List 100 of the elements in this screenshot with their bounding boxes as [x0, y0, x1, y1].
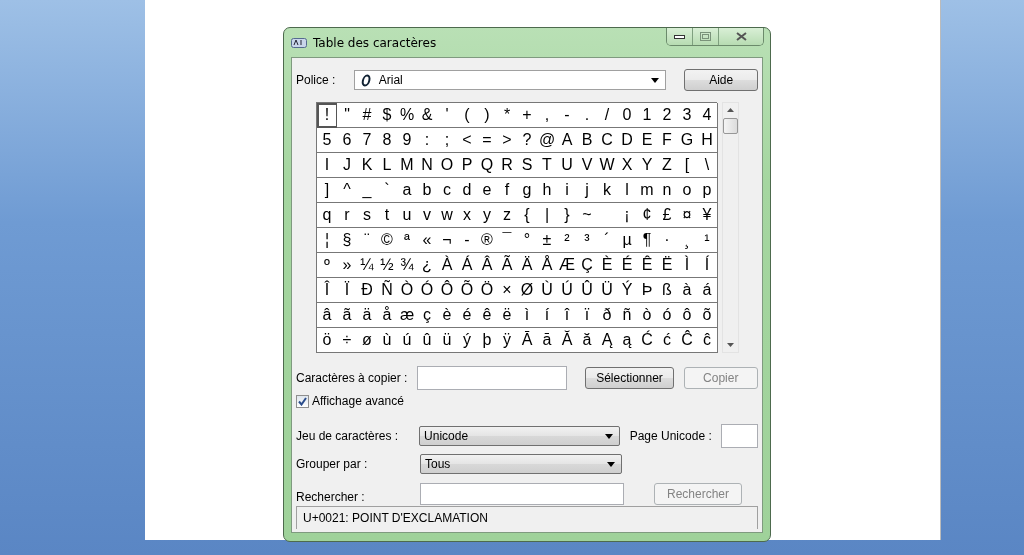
character-cell[interactable]: ¹ — [697, 228, 718, 253]
character-cell[interactable]: ô — [677, 303, 698, 328]
character-cell[interactable]: b — [417, 178, 438, 203]
character-cell[interactable]: y — [477, 203, 498, 228]
character-cell[interactable]: ? — [517, 128, 538, 153]
character-cell[interactable]: P — [457, 153, 478, 178]
character-cell[interactable]: ÷ — [337, 328, 358, 353]
character-cell[interactable]: à — [677, 278, 698, 303]
character-cell[interactable]: û — [417, 328, 438, 353]
character-cell[interactable]: Á — [457, 253, 478, 278]
character-cell[interactable]: U — [557, 153, 578, 178]
character-cell[interactable]: Ù — [537, 278, 558, 303]
character-cell[interactable]: © — [377, 228, 398, 253]
character-cell[interactable]: å — [377, 303, 398, 328]
character-cell[interactable]: j — [577, 178, 598, 203]
character-cell[interactable]: , — [537, 103, 558, 128]
character-cell[interactable]: ÿ — [497, 328, 518, 353]
character-cell[interactable]: # — [357, 103, 378, 128]
character-cell[interactable]: [ — [677, 153, 698, 178]
character-cell[interactable]: ç — [417, 303, 438, 328]
character-cell[interactable]: r — [337, 203, 358, 228]
character-cell[interactable]: õ — [697, 303, 718, 328]
character-cell[interactable]: ø — [357, 328, 378, 353]
character-cell[interactable]: < — [457, 128, 478, 153]
character-cell[interactable]: é — [457, 303, 478, 328]
character-cell[interactable]: ¿ — [417, 253, 438, 278]
character-cell[interactable]: ³ — [577, 228, 598, 253]
character-cell[interactable]: . — [577, 103, 598, 128]
character-cell[interactable]: » — [337, 253, 358, 278]
character-cell[interactable]: L — [377, 153, 398, 178]
close-button[interactable] — [719, 28, 763, 45]
character-cell[interactable]: þ — [477, 328, 498, 353]
character-cell[interactable]: + — [517, 103, 538, 128]
character-cell[interactable]: v — [417, 203, 438, 228]
character-cell[interactable]: Ø — [517, 278, 538, 303]
group-by-dropdown[interactable]: Tous — [420, 454, 622, 474]
search-field[interactable] — [420, 483, 624, 505]
character-cell[interactable]: « — [417, 228, 438, 253]
character-cell[interactable]: î — [557, 303, 578, 328]
character-cell[interactable]: I — [317, 153, 338, 178]
character-cell[interactable]: q — [317, 203, 338, 228]
character-cell[interactable]: > — [497, 128, 518, 153]
character-cell[interactable]: ö — [317, 328, 338, 353]
character-cell[interactable]: a — [397, 178, 418, 203]
character-cell[interactable]: ~ — [577, 203, 598, 228]
character-cell[interactable]: Å — [537, 253, 558, 278]
character-cell[interactable]: 5 — [317, 128, 338, 153]
character-cell[interactable]: Ä — [517, 253, 538, 278]
character-cell[interactable]: ć — [657, 328, 678, 353]
character-cell[interactable]: æ — [397, 303, 418, 328]
character-cell[interactable]: T — [537, 153, 558, 178]
character-cell[interactable]: s — [357, 203, 378, 228]
character-cell[interactable]: ï — [577, 303, 598, 328]
character-cell[interactable]: ¡ — [617, 203, 638, 228]
character-cell[interactable]: o — [677, 178, 698, 203]
character-cell[interactable]: º — [317, 253, 338, 278]
unicode-page-field[interactable] — [721, 424, 758, 448]
character-cell[interactable]: Ð — [357, 278, 378, 303]
character-cell[interactable]: À — [437, 253, 458, 278]
character-cell[interactable]: § — [337, 228, 358, 253]
character-cell[interactable]: Â — [477, 253, 498, 278]
character-cell[interactable]: ¬ — [437, 228, 458, 253]
character-cell[interactable]: k — [597, 178, 618, 203]
character-cell[interactable]: ' — [437, 103, 458, 128]
character-cell[interactable]: ª — [397, 228, 418, 253]
character-cell[interactable]: = — [477, 128, 498, 153]
character-cell[interactable]: _ — [357, 178, 378, 203]
character-cell[interactable]: ; — [437, 128, 458, 153]
character-cell[interactable]: È — [597, 253, 618, 278]
character-cell[interactable]: \ — [697, 153, 718, 178]
character-cell[interactable]: Ç — [577, 253, 598, 278]
character-cell[interactable]: ë — [497, 303, 518, 328]
character-cell[interactable]: ì — [517, 303, 538, 328]
advanced-view-checkbox[interactable] — [296, 394, 309, 408]
character-cell[interactable]: n — [657, 178, 678, 203]
character-cell[interactable]: $ — [377, 103, 398, 128]
character-cell[interactable]: c — [437, 178, 458, 203]
character-cell[interactable]: ă — [577, 328, 598, 353]
character-cell[interactable]: M — [397, 153, 418, 178]
help-button[interactable]: Aide — [684, 69, 758, 91]
character-cell[interactable]: µ — [617, 228, 638, 253]
character-cell[interactable]: ¸ — [677, 228, 698, 253]
character-cell[interactable]: Z — [657, 153, 678, 178]
font-dropdown[interactable]: Arial — [353, 70, 667, 90]
character-cell[interactable]: x — [457, 203, 478, 228]
charset-dropdown[interactable]: Unicode — [419, 426, 620, 446]
character-cell[interactable]: i — [557, 178, 578, 203]
character-cell[interactable]: e — [477, 178, 498, 203]
scrollbar-thumb[interactable] — [723, 118, 738, 134]
character-cell[interactable]: ß — [657, 278, 678, 303]
character-cell[interactable]: 9 — [397, 128, 418, 153]
character-cell[interactable]: K — [357, 153, 378, 178]
character-cell[interactable]: ¼ — [357, 253, 378, 278]
character-cell[interactable]: W — [597, 153, 618, 178]
character-cell[interactable]: S — [517, 153, 538, 178]
character-cell[interactable]: | — [537, 203, 558, 228]
character-cell[interactable]: ¯ — [497, 228, 518, 253]
character-cell[interactable]: 2 — [657, 103, 678, 128]
character-cell[interactable]: Ā — [517, 328, 538, 353]
character-cell[interactable]: H — [697, 128, 718, 153]
